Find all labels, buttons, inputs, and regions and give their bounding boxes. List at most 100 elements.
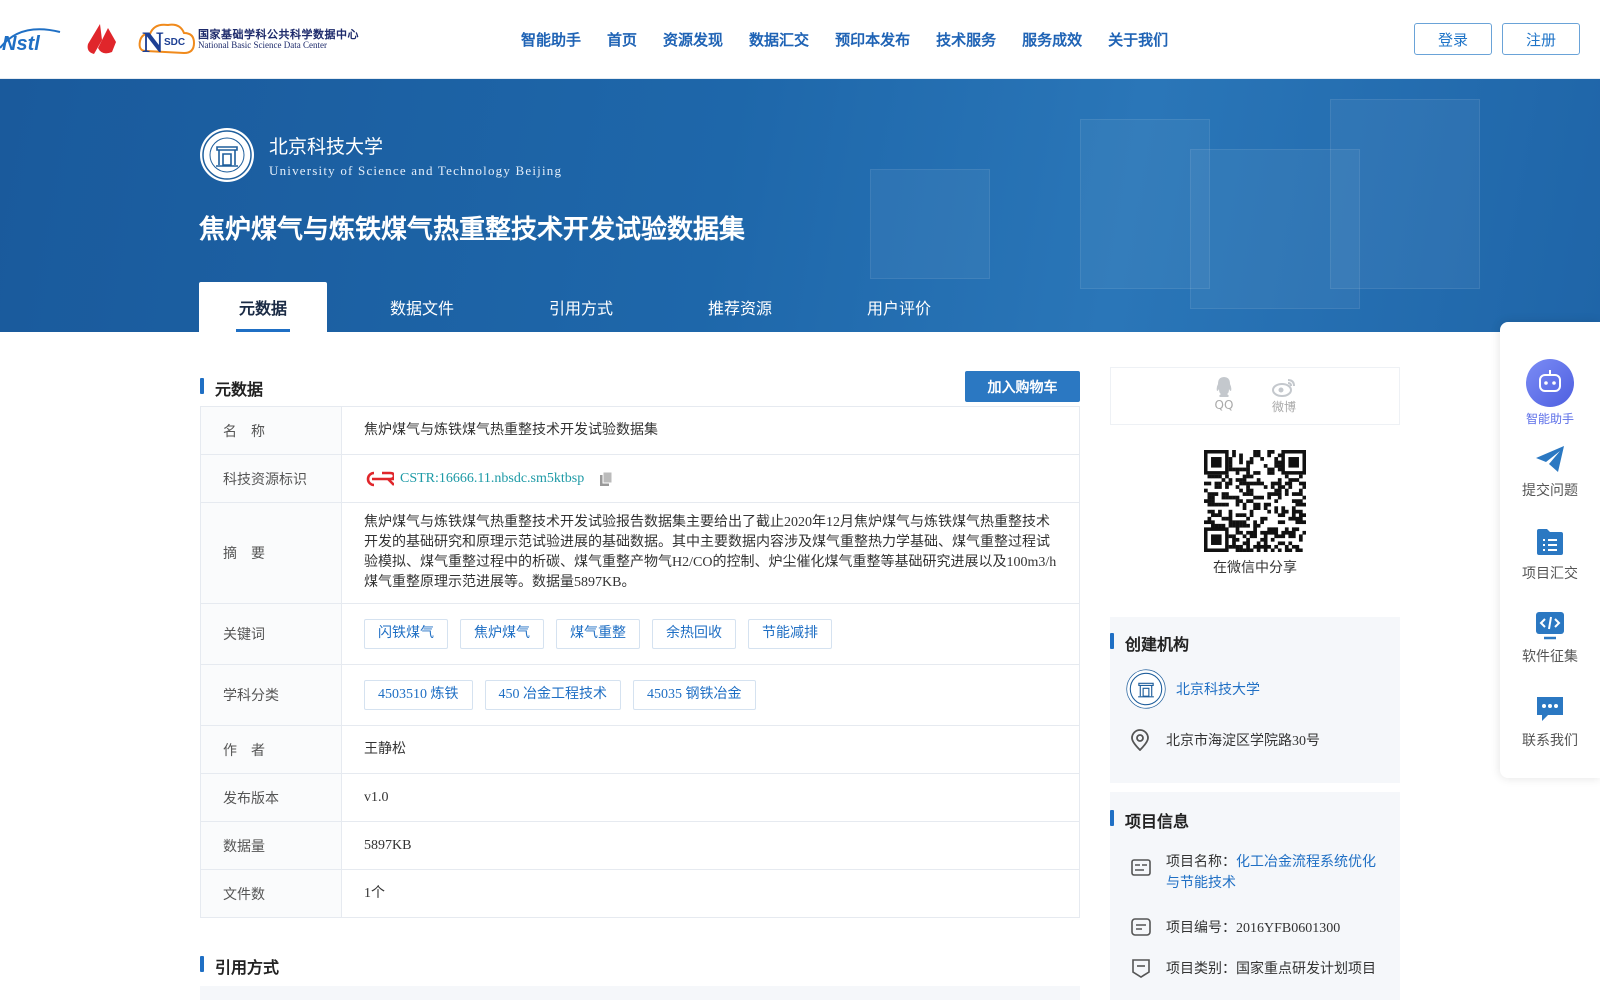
nsdc-logo[interactable]: N SDC 国家基础学科公共科学数据中心 National Basic Scie…	[136, 21, 359, 59]
table-row: 学科分类 4503510 炼铁 450 冶金工程技术 45035 钢铁冶金	[200, 664, 1080, 726]
tab-metadata[interactable]: 元数据	[199, 282, 327, 332]
field-label: 摘 要	[200, 502, 342, 604]
keyword-tag[interactable]: 焦炉煤气	[460, 619, 544, 649]
table-row: 摘 要 焦炉煤气与炼铁煤气热重整技术开发试验报告数据集主要给出了截止2020年1…	[200, 502, 1080, 604]
project-info-card: 项目信息 项目名称：化工冶金流程系统优化与节能技术 项目编号：2016YFB06…	[1110, 792, 1400, 1000]
project-category-icon	[1132, 959, 1150, 978]
float-submit-button[interactable]: 提交问题	[1500, 444, 1600, 500]
subject-tag[interactable]: 4503510 炼铁	[364, 680, 473, 710]
nsdc-name-en: National Basic Science Data Center	[198, 40, 327, 51]
field-label: 作 者	[200, 725, 342, 774]
table-row: 发布版本 v1.0	[200, 773, 1080, 822]
keyword-tag[interactable]: 闪铁煤气	[364, 619, 448, 649]
field-label: 科技资源标识	[200, 454, 342, 503]
floating-toolbar: 智能助手 提交问题 项目汇交 软件征集 联系我们	[1500, 322, 1600, 778]
tab-reviews[interactable]: 用户评价	[835, 282, 963, 332]
register-button[interactable]: 注册	[1502, 23, 1580, 55]
citation-box	[200, 986, 1080, 1000]
table-row: 关键词 闪铁煤气 焦炉煤气 煤气重整 余热回收 节能减排	[200, 603, 1080, 665]
float-assistant-button[interactable]: 智能助手	[1500, 358, 1600, 427]
table-row: 科技资源标识 CSTR:16666.11.nbsdc.sm5ktbsp	[200, 454, 1080, 503]
copy-icon[interactable]	[598, 471, 614, 487]
svg-text:SDC: SDC	[164, 37, 185, 48]
keyword-list: 闪铁煤气 焦炉煤气 煤气重整 余热回收 节能减排	[341, 603, 1080, 665]
keyword-tag[interactable]: 余热回收	[652, 619, 736, 649]
cas-logo[interactable]	[82, 22, 120, 58]
wechat-qr-code	[1204, 450, 1306, 552]
table-row: 名 称 焦炉煤气与炼铁煤气热重整技术开发试验数据集	[200, 406, 1080, 455]
university-seal-icon	[1126, 669, 1166, 709]
svg-text:Nstl: Nstl	[2, 33, 40, 54]
field-label: 名 称	[200, 406, 342, 455]
nav-service-results[interactable]: 服务成效	[1009, 29, 1095, 50]
main-nav: 智能助手 首页 资源发现 数据汇交 预印本发布 技术服务 服务成效 关于我们	[508, 0, 1181, 79]
dataset-title: 焦炉煤气与炼铁煤气热重整技术开发试验数据集	[199, 215, 746, 245]
float-assistant-label: 智能助手	[1525, 412, 1574, 426]
field-label: 文件数	[200, 869, 342, 918]
project-category: 项目类别：国家重点研发计划项目	[1166, 962, 1376, 977]
nav-data-submission[interactable]: 数据汇交	[736, 29, 822, 50]
tab-recommended[interactable]: 推荐资源	[676, 282, 804, 332]
code-icon	[1536, 612, 1564, 640]
university-name-en: University of Science and Technology Bei…	[269, 162, 563, 178]
qq-label: QQ	[1214, 398, 1234, 412]
add-to-cart-button[interactable]: 加入购物车	[965, 371, 1080, 402]
dataset-name-value: 焦炉煤气与炼铁煤气热重整技术开发试验数据集	[341, 406, 1080, 455]
university-seal-icon	[200, 128, 254, 182]
weibo-icon	[1271, 379, 1295, 397]
subject-list: 4503510 炼铁 450 冶金工程技术 45035 钢铁冶金	[341, 664, 1080, 726]
float-contact-button[interactable]: 联系我们	[1500, 694, 1600, 750]
abstract-value: 焦炉煤气与炼铁煤气热重整技术开发试验报告数据集主要给出了截止2020年12月焦炉…	[341, 502, 1080, 604]
tab-data-files[interactable]: 数据文件	[358, 282, 486, 332]
university-header: 北京科技大学 University of Science and Technol…	[199, 127, 562, 183]
subject-tag[interactable]: 45035 钢铁冶金	[633, 680, 756, 710]
nav-tech-service[interactable]: 技术服务	[923, 29, 1009, 50]
nav-preprint[interactable]: 预印本发布	[822, 29, 923, 50]
university-name-cn: 北京科技大学	[269, 135, 384, 158]
project-name-label: 项目名称：	[1166, 855, 1236, 870]
qq-icon	[1216, 377, 1232, 397]
nav-assistant[interactable]: 智能助手	[508, 29, 594, 50]
field-label: 学科分类	[200, 664, 342, 726]
organization-section-title: 创建机构	[1110, 631, 1189, 655]
author-value: 王静松	[341, 725, 1080, 774]
organization-card: 创建机构 北京科技大学 北京市海淀区学院路30号	[1110, 617, 1400, 783]
login-button[interactable]: 登录	[1414, 23, 1492, 55]
nav-about[interactable]: 关于我们	[1095, 29, 1181, 50]
paper-plane-icon	[1536, 446, 1564, 472]
share-qq-button[interactable]: QQ	[1214, 376, 1234, 424]
field-label: 数据量	[200, 821, 342, 870]
float-software-button[interactable]: 软件征集	[1500, 610, 1600, 666]
project-section-title: 项目信息	[1110, 808, 1189, 832]
table-row: 作 者 王静松	[200, 725, 1080, 774]
table-row: 数据量 5897KB	[200, 821, 1080, 870]
float-project-label: 项目汇交	[1522, 567, 1578, 582]
cstr-identifier-link[interactable]: CSTR:16666.11.nbsdc.sm5ktbsp	[400, 469, 584, 489]
keyword-tag[interactable]: 节能减排	[748, 619, 832, 649]
field-label: 发布版本	[200, 773, 342, 822]
size-value: 5897KB	[341, 821, 1080, 870]
location-pin-icon	[1131, 729, 1149, 751]
float-project-button[interactable]: 项目汇交	[1500, 527, 1600, 583]
keyword-tag[interactable]: 煤气重整	[556, 619, 640, 649]
logo-group: Nstl N SDC 国家基础学科公共科学数据中心 National Basic…	[0, 18, 359, 62]
nav-home[interactable]: 首页	[594, 29, 650, 50]
banner-decoration	[870, 169, 990, 279]
table-row: 文件数 1个	[200, 869, 1080, 918]
metadata-section-title: 元数据	[200, 376, 263, 400]
share-panel: QQ 微博	[1110, 367, 1400, 425]
chat-bubble-icon	[1537, 697, 1563, 721]
list-document-icon	[1537, 529, 1563, 555]
nstl-logo[interactable]: Nstl	[0, 26, 66, 54]
subject-tag[interactable]: 450 冶金工程技术	[484, 680, 621, 710]
share-weibo-button[interactable]: 微博	[1271, 376, 1296, 424]
float-contact-label: 联系我们	[1522, 734, 1578, 749]
robot-assistant-icon	[1526, 359, 1574, 407]
weibo-label: 微博	[1271, 400, 1296, 414]
citation-section-title: 引用方式	[200, 954, 279, 978]
auth-buttons: 登录 注册	[1414, 23, 1580, 55]
wechat-share-caption: 在微信中分享	[1213, 560, 1297, 576]
organization-name-link[interactable]: 北京科技大学	[1176, 679, 1260, 699]
nav-resources[interactable]: 资源发现	[650, 29, 736, 50]
tab-citation[interactable]: 引用方式	[517, 282, 645, 332]
